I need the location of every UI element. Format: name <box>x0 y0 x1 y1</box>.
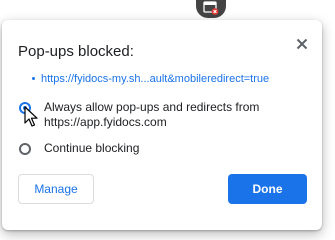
option-always-allow-label: Always allow pop-ups and redirects from … <box>44 100 260 129</box>
blocked-popup-link[interactable]: https://fyidocs-my.sh...ault&mobileredir… <box>32 73 269 85</box>
done-button[interactable]: Done <box>228 174 307 204</box>
browser-toolbar-strip <box>0 0 335 18</box>
manage-button[interactable]: Manage <box>18 174 94 204</box>
option-continue-blocking-label: Continue blocking <box>44 141 140 155</box>
popup-blocked-dialog: Pop-ups blocked: https://fyidocs-my.sh..… <box>2 20 322 230</box>
option-always-allow[interactable]: Always allow pop-ups and redirects from … <box>19 100 309 130</box>
dialog-title: Pop-ups blocked: <box>18 43 134 60</box>
close-icon <box>296 38 308 50</box>
popup-blocked-icon <box>203 1 219 15</box>
close-button[interactable] <box>296 37 308 50</box>
popup-blocked-button[interactable] <box>196 0 226 18</box>
bullet-dot <box>32 76 35 80</box>
blocked-popup-url[interactable]: https://fyidocs-my.sh...ault&mobileredir… <box>41 73 269 85</box>
option-continue-blocking[interactable]: Continue blocking <box>19 141 139 156</box>
radio-always-allow[interactable] <box>19 102 31 114</box>
radio-continue-blocking[interactable] <box>19 143 31 155</box>
